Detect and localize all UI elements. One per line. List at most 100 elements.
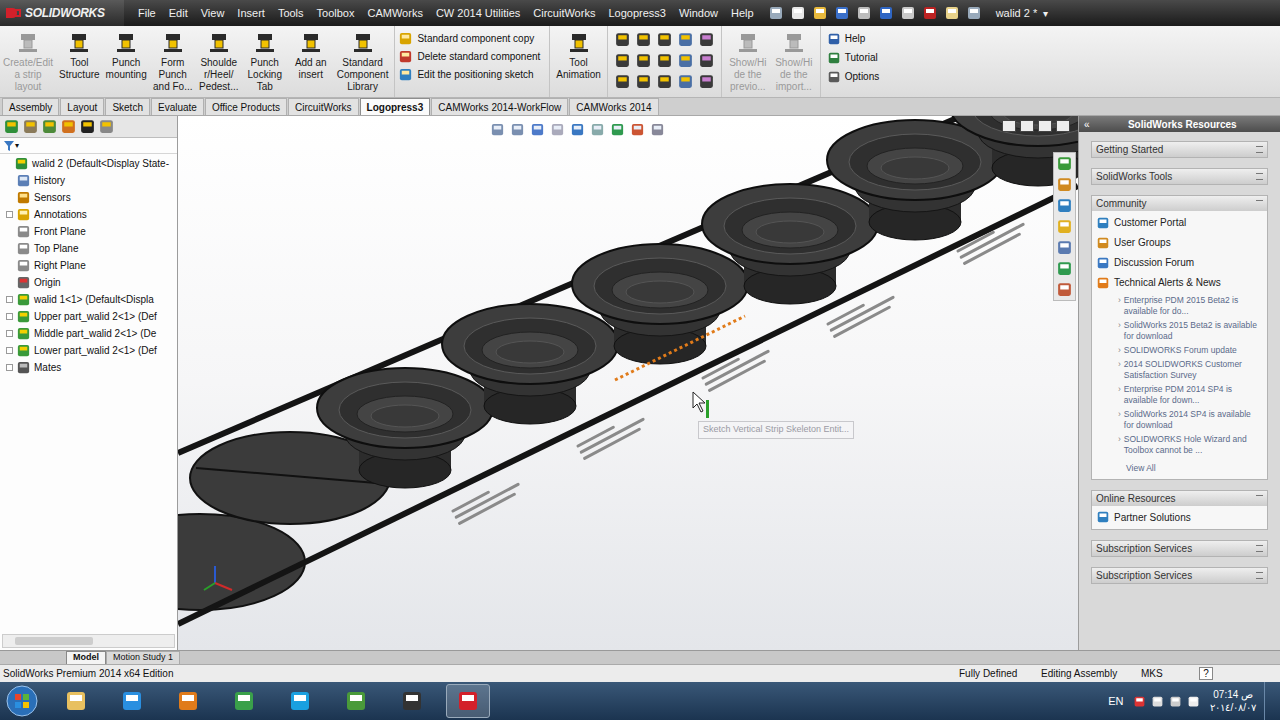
taskbar-app[interactable] [446,684,490,718]
command-tab[interactable]: Evaluate [151,98,204,115]
document-menu-arrow[interactable]: ▾ [1043,6,1048,21]
ribbon-button[interactable]: Shoulder/Heel/Pedest... [196,26,242,93]
expander[interactable] [3,159,12,168]
command-tab[interactable]: CAMWorks 2014-WorkFlow [431,98,568,115]
tree-item[interactable]: Sensors [0,189,177,206]
ribbon-button[interactable]: PunchLockingTab [242,26,288,93]
tree-item[interactable]: walid 1<1> (Default<Displa [0,291,177,308]
start-button-icon[interactable] [4,683,40,719]
window-control-icon[interactable] [1020,120,1034,132]
taskbar-app[interactable] [166,684,210,718]
command-tab[interactable]: Layout [60,98,104,115]
menu-item[interactable]: CAMWorks [367,5,422,22]
ribbon-button[interactable]: ToolStructure [56,26,103,81]
menu-item[interactable]: Help [731,5,754,22]
menu-item[interactable]: Edit [169,5,188,22]
command-tab[interactable]: Assembly [2,98,59,115]
clock[interactable]: 07:14 ص٢٠١٤/٠٨/٠٧ [1210,688,1256,714]
ribbon-small-button[interactable]: Standard component copy [398,31,540,46]
resource-link[interactable]: Customer Portal [1096,215,1263,230]
model-tab[interactable]: Motion Study 1 [106,651,180,664]
ribbon-button[interactable]: Add aninsert [288,26,334,81]
tree-item[interactable]: Top Plane [0,240,177,257]
expander[interactable] [5,193,14,202]
news-item[interactable]: ›Enterprise PDM 2015 Beta2 is available … [1118,295,1261,317]
menu-item[interactable]: View [201,5,225,22]
menu-item[interactable]: CircuitWorks [533,5,595,22]
tree-item[interactable]: History [0,172,177,189]
collapse-button[interactable]: « [1084,117,1090,132]
tree-item[interactable]: Annotations [0,206,177,223]
expander[interactable] [5,278,14,287]
model-tab[interactable]: Model [66,651,106,664]
section-header[interactable]: SolidWorks Tools [1092,169,1267,184]
expander[interactable] [5,210,14,219]
tree-item[interactable]: Lower part_walid 2<1> (Def [0,342,177,359]
ribbon-small-button[interactable]: Delete standard component [398,49,540,64]
section-header[interactable]: Getting Started [1092,142,1267,157]
ribbon-small-button[interactable]: Edit the positioning sketch [398,67,540,82]
resource-link[interactable]: Technical Alerts & News [1096,275,1263,290]
section-header[interactable]: Online Resources [1092,491,1267,506]
ribbon-button[interactable]: Punchmounting [103,26,150,81]
tree-scrollbar[interactable] [2,634,175,648]
resource-link[interactable]: Partner Solutions [1096,510,1263,525]
menu-item[interactable]: Window [679,5,718,22]
tree-item[interactable]: Right Plane [0,257,177,274]
news-item[interactable]: ›SolidWorks 2014 SP4 is available for do… [1118,409,1261,431]
taskbar-app[interactable] [278,684,322,718]
news-item[interactable]: ›Enterprise PDM 2014 SP4 is available fo… [1118,384,1261,406]
show-hide-button[interactable]: Show/Hide theimport... [771,26,817,93]
language-indicator[interactable]: EN [1108,693,1123,710]
expander[interactable] [5,227,14,236]
section-header[interactable]: Subscription Services [1092,568,1267,583]
help-link[interactable]: Options [827,69,879,84]
expander[interactable] [5,244,14,253]
news-item[interactable]: ›SolidWorks 2015 Beta2 is available for … [1118,320,1261,342]
window-control-icon[interactable] [1038,120,1052,132]
menu-item[interactable]: Tools [278,5,304,22]
taskbar-app[interactable] [390,684,434,718]
taskbar-app[interactable] [334,684,378,718]
menu-item[interactable]: Toolbox [317,5,355,22]
tree-item[interactable]: Mates [0,359,177,376]
filter-dropdown[interactable]: ▾ [15,140,19,152]
news-item[interactable]: ›SOLIDWORKS Forum update [1118,345,1261,356]
expander[interactable] [5,295,14,304]
menu-item[interactable]: Logopress3 [608,5,666,22]
taskbar-app[interactable] [110,684,154,718]
expander[interactable] [5,261,14,270]
tool-animation-button[interactable]: ToolAnimation [553,26,603,81]
menu-item[interactable]: CW 2014 Utilities [436,5,520,22]
command-tab[interactable]: CircuitWorks [288,98,358,115]
news-item[interactable]: ›SOLIDWORKS Hole Wizard and Toolbox cann… [1118,434,1261,456]
resource-link[interactable]: User Groups [1096,235,1263,250]
expander[interactable] [5,312,14,321]
view-all-link[interactable]: View All [1118,459,1261,475]
ribbon-button[interactable]: StandardComponentLibrary [334,26,392,93]
tree-item[interactable]: Origin [0,274,177,291]
menu-item[interactable]: Insert [237,5,265,22]
command-tab[interactable]: Office Products [205,98,287,115]
section-header[interactable]: Community [1092,196,1267,211]
filter-icon[interactable] [4,141,14,151]
help-link[interactable]: Help [827,31,879,46]
help-link[interactable]: Tutorial [827,50,879,65]
show-hide-button[interactable]: Show/Hide theprevio... [725,26,771,93]
ribbon-button[interactable]: FormPunchand Fo... [150,26,196,93]
resource-link[interactable]: Discussion Forum [1096,255,1263,270]
ribbon-button[interactable]: Create/Edita striplayout [0,26,56,93]
news-item[interactable]: ›2014 SOLIDWORKS Customer Satisfaction S… [1118,359,1261,381]
tree-item[interactable]: Front Plane [0,223,177,240]
menu-item[interactable]: File [138,5,156,22]
command-tab[interactable]: CAMWorks 2014 [569,98,658,115]
command-tab[interactable]: Logopress3 [360,98,431,115]
tree-item[interactable]: Middle part_walid 2<1> (De [0,325,177,342]
show-desktop-button[interactable] [1264,682,1276,720]
status-help-button[interactable]: ? [1199,667,1213,680]
graphics-area[interactable]: Sketch Vertical Strip Skeleton Entit... [178,116,1078,650]
window-control-icon[interactable] [1056,120,1070,132]
command-tab[interactable]: Sketch [105,98,150,115]
section-header[interactable]: Subscription Services [1092,541,1267,556]
expander[interactable] [5,346,14,355]
